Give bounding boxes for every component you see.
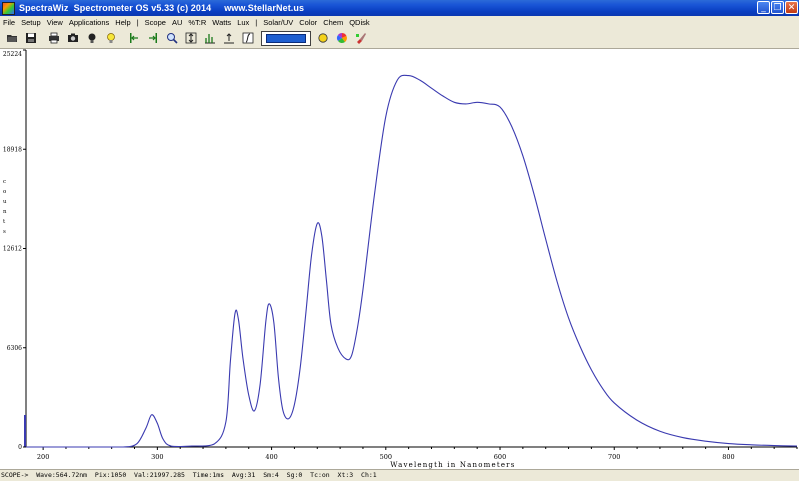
- app-icon[interactable]: [2, 1, 15, 15]
- x-tick-label: 600: [494, 453, 506, 461]
- lamp-icon[interactable]: [84, 31, 99, 46]
- spectrum-trace: [26, 74, 798, 448]
- status-bar: SCOPE-> Wave:564.72nm Pix:1050 Val:21997…: [0, 469, 799, 481]
- spectrum-plot[interactable]: 0 6306 12612 18918 25224 c o u n t s 200 300 400 500 60…: [0, 49, 799, 469]
- open-icon[interactable]: [4, 31, 19, 46]
- toolbar: [0, 28, 799, 49]
- x-tick-label: 700: [608, 453, 620, 461]
- menu-chem[interactable]: Chem: [320, 18, 346, 27]
- x-axis-label: Wavelength in Nanometers: [390, 461, 515, 469]
- y-axis-label-letter: u: [3, 199, 7, 205]
- cursor-left-icon[interactable]: [126, 31, 141, 46]
- y-tick-label: 0: [18, 444, 22, 451]
- y-axis-label-letter: t: [3, 219, 6, 225]
- window-controls: _ ❐ ✕: [757, 1, 798, 14]
- save-icon[interactable]: [23, 31, 38, 46]
- x-tick-label: 400: [265, 453, 277, 461]
- yellow-circle-icon[interactable]: [315, 31, 330, 46]
- menu-solar-uv[interactable]: Solar/UV: [260, 18, 296, 27]
- integration-icon[interactable]: [240, 31, 255, 46]
- x-tick-label: 200: [37, 453, 49, 461]
- menu-au[interactable]: AU: [169, 18, 185, 27]
- menu-view[interactable]: View: [44, 18, 66, 27]
- trace-color-swatch: [266, 33, 306, 43]
- peak-icon[interactable]: [202, 31, 217, 46]
- x-tick-label: 300: [151, 453, 163, 461]
- y-axis-label-letter: o: [3, 189, 7, 195]
- menu-qdisk[interactable]: QDisk: [346, 18, 372, 27]
- restore-button[interactable]: ❐: [771, 1, 784, 14]
- print-icon[interactable]: [46, 31, 61, 46]
- bulb-icon[interactable]: [103, 31, 118, 46]
- autoscale-icon[interactable]: [183, 31, 198, 46]
- menu-file[interactable]: File: [0, 18, 18, 27]
- cursor-right-icon[interactable]: [145, 31, 160, 46]
- y-tick-label: 18918: [3, 146, 22, 153]
- menu-lux[interactable]: Lux: [234, 18, 252, 27]
- camera-icon[interactable]: [65, 31, 80, 46]
- x-tick-label: 800: [722, 453, 734, 461]
- y-tick-label: 12612: [3, 246, 22, 253]
- y-axis-label-letter: s: [3, 229, 6, 235]
- title-bar: SpectraWiz Spectrometer OS v5.33 (c) 201…: [0, 0, 799, 16]
- zoom-icon[interactable]: [164, 31, 179, 46]
- minimize-button[interactable]: _: [757, 1, 770, 14]
- x-tick-label: 500: [380, 453, 392, 461]
- menu-color[interactable]: Color: [296, 18, 320, 27]
- baseline-icon[interactable]: [221, 31, 236, 46]
- menu-separator: |: [255, 17, 258, 27]
- spectrum-chart[interactable]: 0 6306 12612 18918 25224 counts 200 300 400 500 60…: [0, 49, 799, 469]
- detector-edge-mark: [24, 415, 26, 447]
- menu-applications[interactable]: Applications: [66, 18, 112, 27]
- menu-setup[interactable]: Setup: [18, 18, 44, 27]
- y-tick-label: 25224: [3, 51, 22, 58]
- color-wheel-icon[interactable]: [334, 31, 349, 46]
- window-title: SpectraWiz Spectrometer OS v5.33 (c) 201…: [19, 3, 305, 13]
- menu-watts[interactable]: Watts: [209, 18, 234, 27]
- menu-transmission[interactable]: %T:R: [185, 18, 209, 27]
- menu-bar: File Setup View Applications Help | Scop…: [0, 16, 799, 28]
- menu-scope[interactable]: Scope: [142, 18, 169, 27]
- trace-color-selector[interactable]: [261, 30, 311, 46]
- menu-separator: |: [136, 17, 139, 27]
- y-tick-label: 6306: [7, 345, 22, 352]
- y-axis-label-letter: c: [3, 179, 6, 185]
- y-axis-label-letter: n: [3, 209, 7, 215]
- close-button[interactable]: ✕: [785, 1, 798, 14]
- menu-help[interactable]: Help: [112, 18, 133, 27]
- paint-icon[interactable]: [353, 31, 368, 46]
